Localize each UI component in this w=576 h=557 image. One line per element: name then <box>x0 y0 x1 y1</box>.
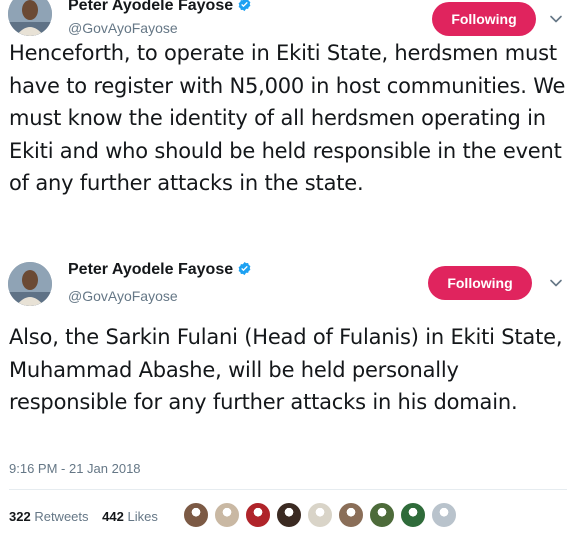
verified-badge-icon <box>238 0 251 12</box>
divider <box>9 489 567 490</box>
chevron-down-icon[interactable] <box>549 12 563 26</box>
tweet-text: Henceforth, to operate in Ekiti State, h… <box>9 41 566 195</box>
liker-avatar[interactable] <box>369 502 395 528</box>
verified-badge-icon <box>238 261 251 276</box>
author-name-row[interactable]: Peter Ayodele Fayose <box>68 0 252 15</box>
author-avatar[interactable] <box>8 262 52 306</box>
chevron-down-icon[interactable] <box>549 276 563 290</box>
liker-avatar[interactable] <box>338 502 364 528</box>
liker-avatar[interactable] <box>431 502 457 528</box>
liker-avatar[interactable] <box>245 502 271 528</box>
liker-avatars <box>183 502 462 530</box>
liker-avatar[interactable] <box>400 502 426 528</box>
tweet-2: Peter Ayodele Fayose @GovAyoFayose Follo… <box>0 255 576 557</box>
following-button[interactable]: Following <box>432 2 536 36</box>
liker-avatar[interactable] <box>307 502 333 528</box>
liker-avatar[interactable] <box>276 502 302 528</box>
tweet-stats: 322 Retweets 442 Likes <box>9 509 168 524</box>
likes-stat[interactable]: 442 Likes <box>102 509 158 524</box>
tweet-timestamp[interactable]: 9:16 PM - 21 Jan 2018 <box>9 461 141 476</box>
author-avatar[interactable] <box>8 0 52 36</box>
tweet-1: Peter Ayodele Fayose @GovAyoFayose Follo… <box>0 0 576 240</box>
author-name[interactable]: Peter Ayodele Fayose <box>68 261 233 278</box>
author-name-row[interactable]: Peter Ayodele Fayose <box>68 261 252 279</box>
liker-avatar[interactable] <box>183 502 209 528</box>
liker-avatar[interactable] <box>214 502 240 528</box>
author-handle[interactable]: @GovAyoFayose <box>68 288 178 304</box>
retweets-count: 322 <box>9 509 31 524</box>
likes-label: Likes <box>127 509 158 524</box>
following-button[interactable]: Following <box>428 266 532 300</box>
retweets-label: Retweets <box>34 509 89 524</box>
author-name[interactable]: Peter Ayodele Fayose <box>68 0 233 14</box>
tweet-text: Also, the Sarkin Fulani (Head of Fulanis… <box>9 325 563 414</box>
author-handle[interactable]: @GovAyoFayose <box>68 20 178 36</box>
likes-count: 442 <box>102 509 124 524</box>
retweets-stat[interactable]: 322 Retweets <box>9 509 89 524</box>
